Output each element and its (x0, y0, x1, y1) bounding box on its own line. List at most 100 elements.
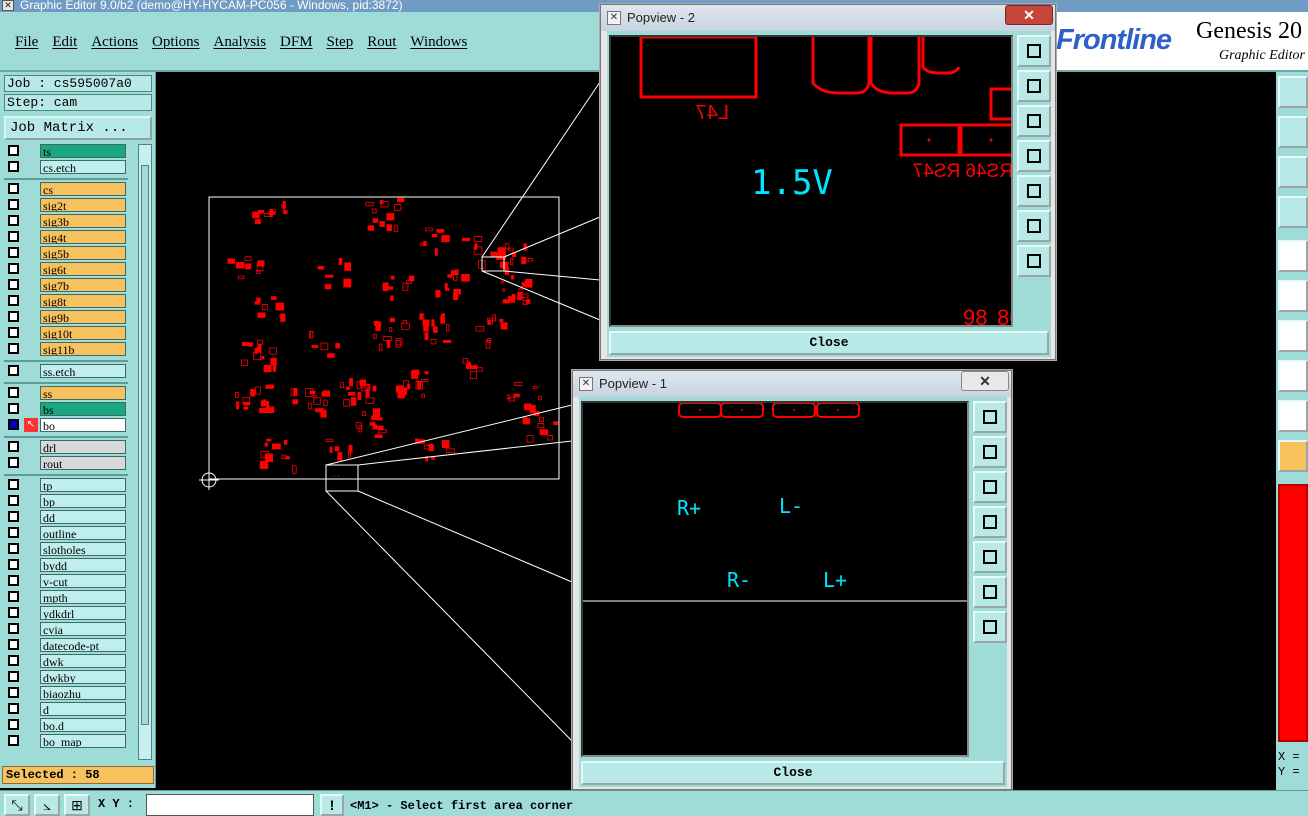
layer-name[interactable]: tp (40, 478, 126, 492)
tool-button-net[interactable] (1278, 280, 1308, 312)
layer-name[interactable]: bo.d (40, 718, 126, 732)
tool-button-line[interactable] (1278, 320, 1308, 352)
popview-1-titlebar[interactable]: ✕ Popview - 1 ✕ (573, 371, 1011, 397)
layer-row-ss[interactable]: ss (4, 386, 128, 400)
pan-up-icon[interactable] (973, 436, 1007, 468)
layer-name[interactable]: sig6t (40, 262, 126, 276)
layer-row-sig10t[interactable]: sig10t (4, 326, 128, 340)
layer-name[interactable]: dwk (40, 654, 126, 668)
tool-button-3[interactable] (1278, 156, 1308, 188)
layer-checkbox[interactable] (8, 575, 19, 586)
alert-icon[interactable]: ! (320, 794, 344, 816)
layer-checkbox[interactable] (8, 441, 19, 452)
layer-checkbox[interactable] (8, 419, 19, 430)
layer-row-dwk[interactable]: dwk (4, 654, 128, 668)
layer-row-outline[interactable]: outline (4, 526, 128, 540)
layer-checkbox[interactable] (8, 199, 19, 210)
layer-row-bo.d[interactable]: bo.d (4, 718, 128, 732)
layer-row-bo_map[interactable]: bo_map (4, 734, 128, 748)
layer-checkbox[interactable] (8, 231, 19, 242)
layer-checkbox[interactable] (8, 671, 19, 682)
layer-row-sig6t[interactable]: sig6t (4, 262, 128, 276)
layer-name[interactable]: bo (40, 418, 126, 432)
layer-row-d[interactable]: d (4, 702, 128, 716)
menu-actions[interactable]: Actions (84, 34, 145, 51)
popview-2-close-button[interactable]: Close (609, 331, 1049, 355)
layer-name[interactable]: cs.etch (40, 160, 126, 174)
layer-name[interactable]: biaozhu (40, 686, 126, 700)
layer-checkbox[interactable] (8, 457, 19, 468)
layer-checkbox[interactable] (8, 311, 19, 322)
layer-row-tp[interactable]: tp (4, 478, 128, 492)
layer-name[interactable]: sig9b (40, 310, 126, 324)
layer-row-ydkdrl[interactable]: ydkdrl (4, 606, 128, 620)
pan-right-icon[interactable] (1017, 175, 1051, 207)
layer-checkbox[interactable] (8, 479, 19, 490)
layer-name[interactable]: rout (40, 456, 126, 470)
menu-file[interactable]: File (8, 34, 45, 51)
layer-name[interactable]: sig3b (40, 214, 126, 228)
layer-name[interactable]: outline (40, 526, 126, 540)
layer-list-scrollbar[interactable] (138, 144, 152, 760)
close-icon[interactable]: ✕ (1005, 5, 1053, 25)
layer-row-sig8t[interactable]: sig8t (4, 294, 128, 308)
layer-checkbox[interactable] (8, 559, 19, 570)
layer-list[interactable]: ts cs.etch cs sig2t sig3b sig4t sig5b sig6t sig7… (4, 144, 136, 760)
layer-row-slotholes[interactable]: slotholes (4, 542, 128, 556)
zoom-fit-icon[interactable] (1017, 35, 1051, 67)
layer-name[interactable]: cs (40, 182, 126, 196)
layer-row-bydd[interactable]: bydd (4, 558, 128, 572)
layer-name[interactable]: ss (40, 386, 126, 400)
layer-name[interactable]: d (40, 702, 126, 716)
menu-analysis[interactable]: Analysis (207, 34, 274, 51)
layer-checkbox[interactable] (8, 215, 19, 226)
menu-options[interactable]: Options (145, 34, 207, 51)
layer-checkbox[interactable] (8, 183, 19, 194)
pan-right-icon[interactable] (973, 541, 1007, 573)
layer-row-mpth[interactable]: mpth (4, 590, 128, 604)
tool-button-warning[interactable] (1278, 400, 1308, 432)
layer-row-sig9b[interactable]: sig9b (4, 310, 128, 324)
layer-name[interactable]: bydd (40, 558, 126, 572)
layer-row-v-cut[interactable]: v-cut (4, 574, 128, 588)
layer-row-dwkby[interactable]: dwkby (4, 670, 128, 684)
zoom-out-icon[interactable] (973, 611, 1007, 643)
layer-checkbox[interactable] (8, 247, 19, 258)
tool-button-4[interactable] (1278, 196, 1308, 228)
tool-button-2[interactable] (1278, 116, 1308, 148)
layer-name[interactable]: v-cut (40, 574, 126, 588)
layer-checkbox[interactable] (8, 655, 19, 666)
zoom-fit-icon[interactable] (973, 401, 1007, 433)
layer-row-bp[interactable]: bp (4, 494, 128, 508)
job-matrix-button[interactable]: Job Matrix ... (4, 116, 152, 140)
popview-2-view[interactable]: L47 RS46 RS47 1.5V 98 86 (609, 35, 1021, 330)
layer-row-bo[interactable]: ↖ bo (4, 418, 128, 432)
popview-2-titlebar[interactable]: ✕ Popview - 2 ✕ (601, 5, 1055, 31)
layer-row-ss.etch[interactable]: ss.etch (4, 364, 128, 378)
layer-name[interactable]: ss.etch (40, 364, 126, 378)
layer-row-datecode-pt[interactable]: datecode-pt (4, 638, 128, 652)
zoom-out-icon[interactable] (1017, 245, 1051, 277)
close-icon[interactable]: ✕ (961, 371, 1009, 391)
layer-name[interactable]: sig11b (40, 342, 126, 356)
tool-button-pad[interactable] (1278, 240, 1308, 272)
zoom-in-icon[interactable] (1017, 210, 1051, 242)
grid-snap-icon[interactable]: ⊞ (64, 794, 90, 816)
layer-row-cs.etch[interactable]: cs.etch (4, 160, 128, 174)
layer-checkbox[interactable] (8, 511, 19, 522)
pan-left-icon[interactable] (973, 506, 1007, 538)
layer-name[interactable]: bp (40, 494, 126, 508)
menu-edit[interactable]: Edit (45, 34, 84, 51)
layer-name[interactable]: sig7b (40, 278, 126, 292)
popview-1-view[interactable]: R+ L- R- L+ (581, 401, 969, 757)
layer-checkbox[interactable] (8, 623, 19, 634)
layer-checkbox[interactable] (8, 403, 19, 414)
layer-checkbox[interactable] (8, 387, 19, 398)
pan-down-icon[interactable] (973, 471, 1007, 503)
layer-row-cs[interactable]: cs (4, 182, 128, 196)
menu-rout[interactable]: Rout (360, 34, 403, 51)
layer-row-cvia[interactable]: cvia (4, 622, 128, 636)
layer-checkbox[interactable] (8, 719, 19, 730)
layer-checkbox[interactable] (8, 543, 19, 554)
layer-row-drl[interactable]: drl (4, 440, 128, 454)
